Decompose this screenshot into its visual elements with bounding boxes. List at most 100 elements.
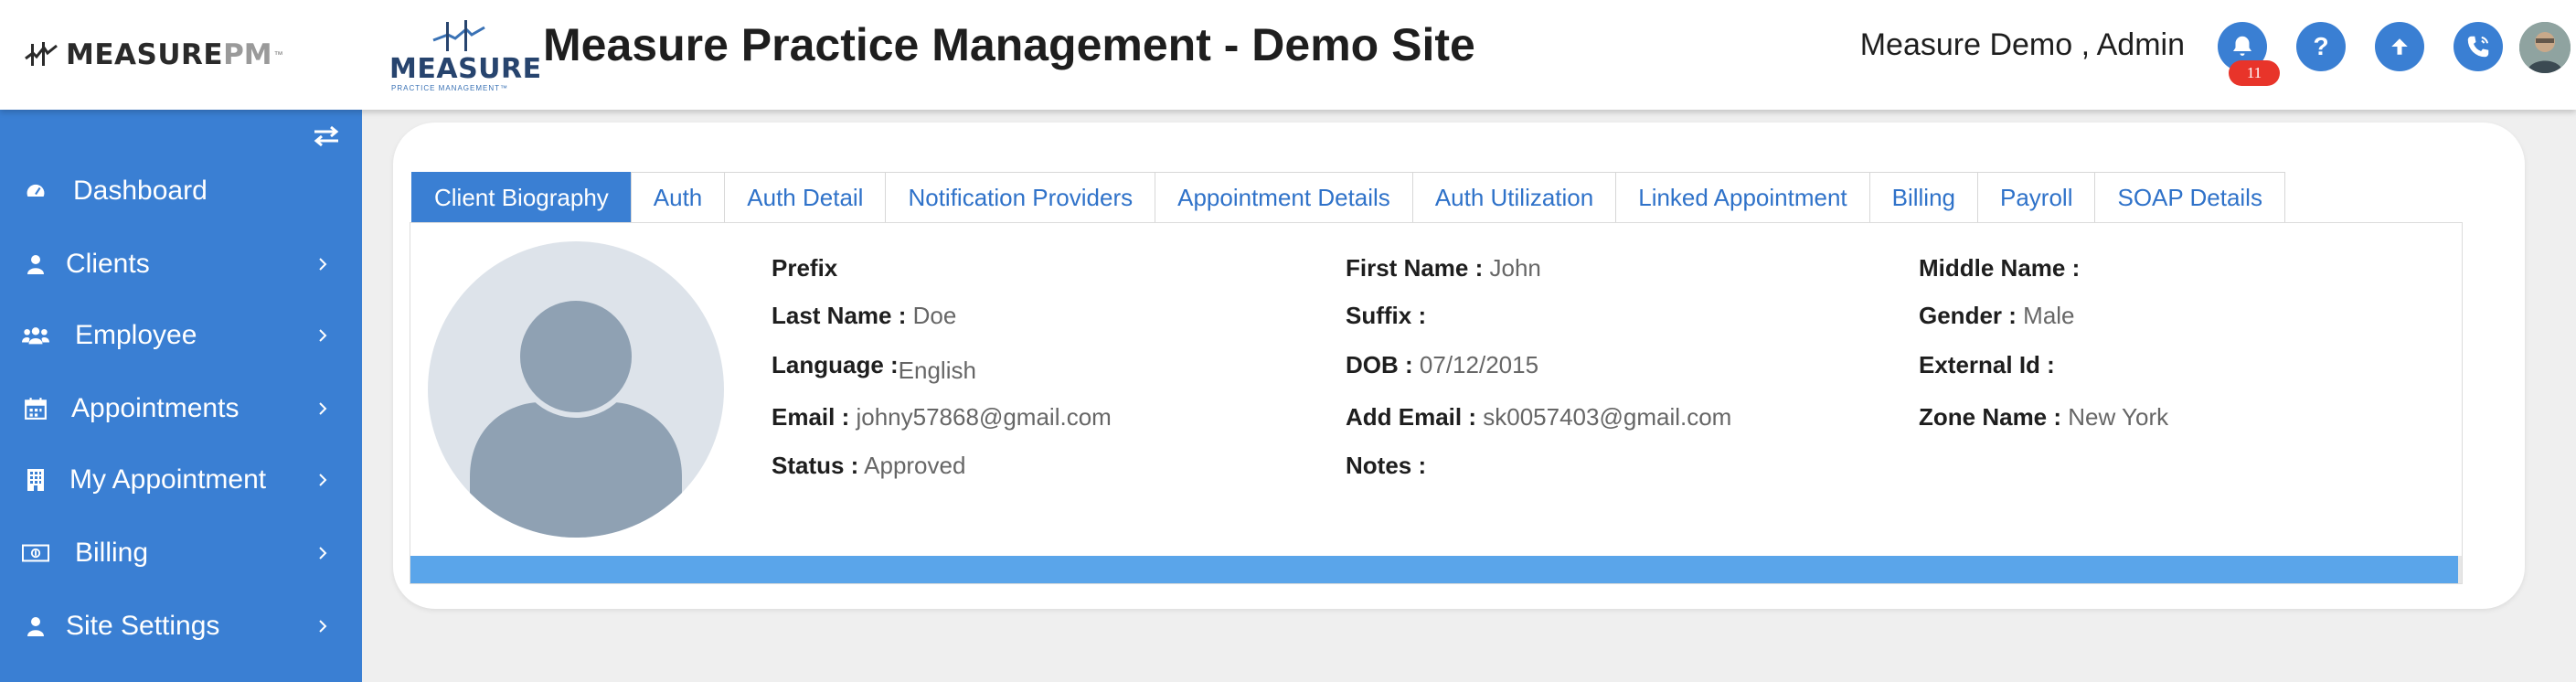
tab-auth-detail[interactable]: Auth Detail <box>724 172 887 223</box>
users-icon <box>22 322 49 349</box>
chevron-right-icon <box>319 402 327 415</box>
field-language: Language :English <box>772 351 976 384</box>
sidebar-item-appointments[interactable]: Appointments <box>0 377 362 441</box>
logo-emblem-icon <box>432 20 485 51</box>
tab-auth-utilization[interactable]: Auth Utilization <box>1411 172 1617 223</box>
site-logo-sub: PRACTICE MANAGEMENT™ <box>391 84 509 92</box>
phone-button[interactable] <box>2454 22 2503 71</box>
field-email: Email : johny57868@gmail.com <box>772 403 1112 432</box>
middle-name-label: Middle Name : <box>1919 254 2081 282</box>
last-name-value: Doe <box>912 302 957 329</box>
arrow-up-icon <box>2391 38 2408 55</box>
upload-button[interactable] <box>2375 22 2424 71</box>
gender-value: Male <box>2023 302 2075 329</box>
site-logo-word: MEASURE <box>389 53 542 85</box>
sidebar-item-clients[interactable]: Clients <box>0 232 362 296</box>
prefix-label: Prefix <box>772 254 838 282</box>
dob-label: DOB : <box>1346 351 1413 378</box>
first-name-label: First Name : <box>1346 254 1484 282</box>
brand-accent: PM <box>223 38 272 71</box>
chevron-right-icon <box>319 329 327 342</box>
suffix-label: Suffix : <box>1346 302 1427 329</box>
person-placeholder-icon <box>470 295 682 538</box>
field-last-name: Last Name : Doe <box>772 302 956 330</box>
first-name-value: John <box>1489 254 1541 282</box>
add-email-value: sk0057403@gmail.com <box>1483 403 1732 431</box>
field-external-id: External Id : <box>1919 351 2055 379</box>
add-email-label: Add Email : <box>1346 403 1477 431</box>
sidebar-item-label: Site Settings <box>66 611 220 641</box>
brand-name: MEASURE <box>66 38 224 71</box>
building-icon <box>22 466 49 494</box>
brand-mark-icon <box>25 42 58 66</box>
chevron-right-icon <box>319 474 327 486</box>
last-name-label: Last Name : <box>772 302 907 329</box>
dashboard-icon <box>22 177 49 205</box>
help-button[interactable]: ? <box>2296 22 2346 71</box>
chevron-right-icon <box>319 547 327 559</box>
calendar-icon <box>22 395 49 422</box>
sidebar-item-billing[interactable]: Billing <box>0 521 362 585</box>
tab-soap-details[interactable]: SOAP Details <box>2094 172 2285 223</box>
chevron-right-icon <box>319 258 327 271</box>
field-first-name: First Name : John <box>1346 254 1541 282</box>
user-icon <box>22 250 49 278</box>
tab-payroll[interactable]: Payroll <box>1977 172 2096 223</box>
zone-name-label: Zone Name : <box>1919 403 2062 431</box>
site-logo: MEASURE PRACTICE MANAGEMENT™ <box>388 20 541 92</box>
dob-value: 07/12/2015 <box>1419 351 1539 378</box>
sidebar-item-dashboard[interactable]: Dashboard <box>0 159 362 223</box>
notes-label: Notes : <box>1346 452 1427 479</box>
notification-badge: 11 <box>2229 60 2280 86</box>
field-zone-name: Zone Name : New York <box>1919 403 2168 432</box>
sidebar-toggle-icon[interactable] <box>311 124 342 148</box>
tab-notification-providers[interactable]: Notification Providers <box>885 172 1156 223</box>
sidebar-item-label: My Appointment <box>69 464 267 495</box>
user-avatar[interactable] <box>2519 22 2571 73</box>
user-name[interactable]: Measure Demo , Admin <box>1860 27 2185 63</box>
sidebar-item-employee[interactable]: Employee <box>0 304 362 368</box>
tab-appointment-details[interactable]: Appointment Details <box>1155 172 1413 223</box>
language-value: English <box>898 357 976 384</box>
email-value: johny57868@gmail.com <box>856 403 1112 431</box>
brand-logo[interactable]: MEASURE PM ™ <box>24 35 283 75</box>
status-value: Approved <box>864 452 966 479</box>
sidebar-item-label: Appointments <box>71 393 240 423</box>
sidebar-item-site-settings[interactable]: Site Settings <box>0 594 362 658</box>
chevron-right-icon <box>319 620 327 633</box>
help-icon: ? <box>2313 32 2329 60</box>
field-suffix: Suffix : <box>1346 302 1426 330</box>
tab-auth[interactable]: Auth <box>630 172 726 223</box>
field-middle-name: Middle Name : <box>1919 254 2080 282</box>
field-dob: DOB : 07/12/2015 <box>1346 351 1538 379</box>
progress-fill <box>410 556 2458 583</box>
field-add-email: Add Email : sk0057403@gmail.com <box>1346 403 1731 432</box>
avatar-photo-icon <box>2519 22 2571 73</box>
client-avatar <box>428 241 724 538</box>
language-label: Language : <box>772 351 899 378</box>
page-title: Measure Practice Management - Demo Site <box>543 19 1475 70</box>
tab-client-biography[interactable]: Client Biography <box>411 172 632 223</box>
sidebar-item-label: Billing <box>75 538 149 568</box>
zone-name-value: New York <box>2068 403 2169 431</box>
brand-trademark: ™ <box>273 49 283 60</box>
external-id-label: External Id : <box>1919 351 2055 378</box>
field-notes: Notes : <box>1346 452 1426 480</box>
field-status: Status : Approved <box>772 452 965 480</box>
sidebar-item-label: Employee <box>75 320 197 350</box>
money-icon <box>22 539 49 567</box>
user-icon <box>22 613 49 640</box>
status-label: Status : <box>772 452 859 479</box>
sidebar: Dashboard Clients Employee Appointments … <box>0 110 362 682</box>
bell-icon <box>2233 36 2251 56</box>
field-prefix: Prefix <box>772 254 837 282</box>
tab-billing[interactable]: Billing <box>1868 172 1978 223</box>
progress-bar <box>410 556 2462 583</box>
phone-icon <box>2467 36 2489 58</box>
client-tabs: Client Biography Auth Auth Detail Notifi… <box>411 172 2285 223</box>
sidebar-item-label: Dashboard <box>73 176 208 206</box>
sidebar-item-my-appointment[interactable]: My Appointment <box>0 448 362 512</box>
tab-linked-appointment[interactable]: Linked Appointment <box>1615 172 1870 223</box>
top-header: MEASURE PM ™ MEASURE PRACTICE MANAGEMENT… <box>0 0 2576 110</box>
sidebar-item-label: Clients <box>66 249 150 279</box>
